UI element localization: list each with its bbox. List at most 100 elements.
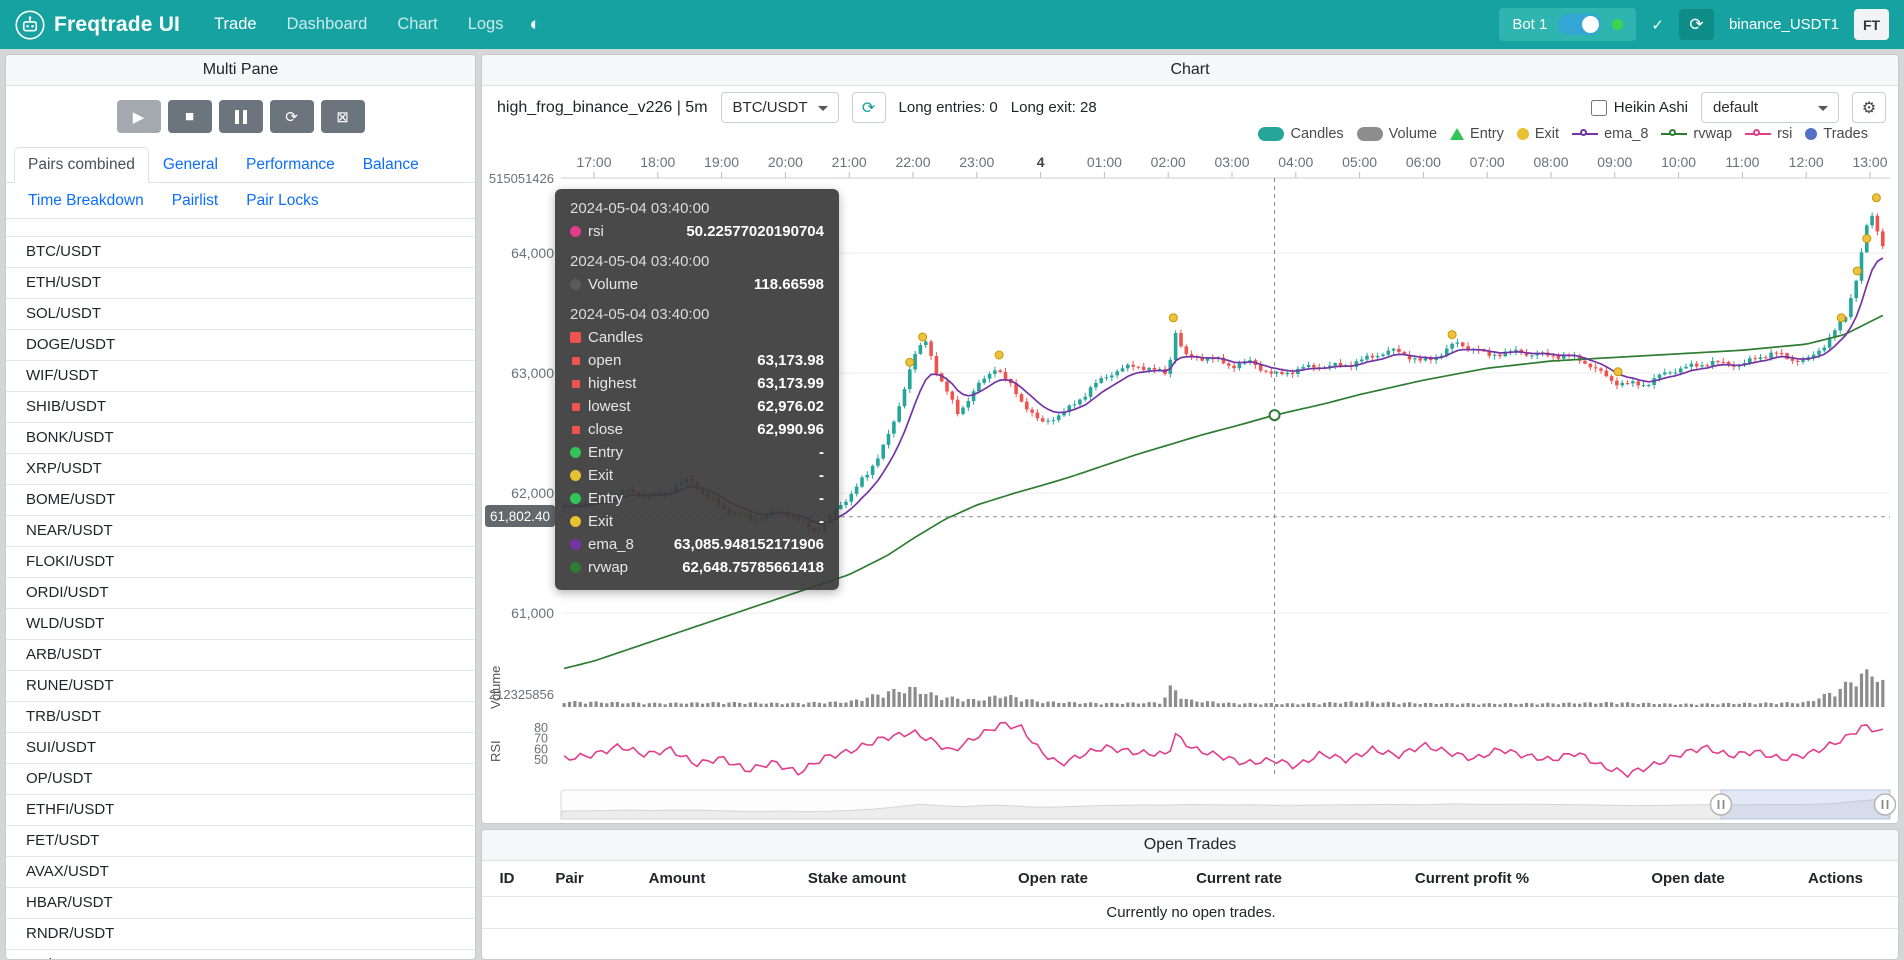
col-id[interactable]: ID bbox=[482, 861, 532, 897]
bot-selector[interactable]: Bot 1 bbox=[1499, 8, 1636, 41]
pair-row-ethfi[interactable]: ETHFI/USDT bbox=[6, 795, 475, 826]
svg-text:10:00: 10:00 bbox=[1661, 154, 1696, 170]
tab-balance[interactable]: Balance bbox=[349, 147, 433, 183]
legend-exit[interactable]: Exit bbox=[1517, 126, 1559, 142]
zoom-handle[interactable] bbox=[1875, 794, 1896, 815]
col-actions[interactable]: Actions bbox=[1771, 861, 1899, 897]
volume-marker-icon bbox=[1357, 127, 1383, 141]
check-icon: ✓ bbox=[1651, 16, 1664, 34]
pair-row-rune[interactable]: RUNE/USDT bbox=[6, 671, 475, 702]
plot-config-select[interactable]: default bbox=[1701, 92, 1839, 123]
zoom-navigator[interactable] bbox=[561, 790, 1896, 819]
bot-id[interactable]: binance_USDT1 bbox=[1729, 16, 1839, 33]
pair-row-bome[interactable]: BOME/USDT bbox=[6, 485, 475, 516]
pair-row-bonk[interactable]: BONK/USDT bbox=[6, 423, 475, 454]
legend-rvwap[interactable]: rvwap bbox=[1661, 126, 1732, 142]
long-exit-label: Long exit: 28 bbox=[1011, 99, 1097, 116]
tooltip-row-entry: Entry- bbox=[570, 487, 824, 510]
nav-trade[interactable]: Trade bbox=[214, 15, 257, 34]
pair-row-eth[interactable]: ETH/USDT bbox=[6, 268, 475, 299]
app-title: Freqtrade UI bbox=[54, 13, 180, 37]
long-entries-label: Long entries: 0 bbox=[899, 99, 998, 116]
pair-row-avax[interactable]: AVAX/USDT bbox=[6, 857, 475, 888]
col-open-rate[interactable]: Open rate bbox=[967, 861, 1139, 897]
open-trades-title: Open Trades bbox=[482, 830, 1898, 861]
pair-row-fet[interactable]: FET/USDT bbox=[6, 826, 475, 857]
pair-row-wld[interactable]: WLD/USDT bbox=[6, 609, 475, 640]
legend-entry[interactable]: Entry bbox=[1450, 126, 1504, 142]
svg-text:02:00: 02:00 bbox=[1151, 154, 1186, 170]
theme-toggle-icon[interactable]: ◐ bbox=[529, 14, 540, 36]
col-pair[interactable]: Pair bbox=[532, 861, 607, 897]
svg-text:06:00: 06:00 bbox=[1406, 154, 1441, 170]
chart-refresh-button[interactable]: ⟳ bbox=[852, 92, 886, 123]
svg-text:19:00: 19:00 bbox=[704, 154, 739, 170]
navbar-right: Bot 1 ✓ ⟳ binance_USDT1 FT bbox=[1499, 8, 1889, 41]
tooltip-row-highest: highest63,173.99 bbox=[570, 372, 824, 395]
tab-pairs-combined[interactable]: Pairs combined bbox=[14, 147, 149, 183]
plot-settings-button[interactable]: ⚙ bbox=[1852, 92, 1886, 123]
tab-time-breakdown[interactable]: Time Breakdown bbox=[14, 183, 158, 219]
pair-row-op[interactable]: OP/USDT bbox=[6, 764, 475, 795]
pair-row-wif[interactable]: WIF/USDT bbox=[6, 361, 475, 392]
pair-row-arb[interactable]: ARB/USDT bbox=[6, 640, 475, 671]
svg-text:08:00: 08:00 bbox=[1533, 154, 1568, 170]
col-amount[interactable]: Amount bbox=[607, 861, 747, 897]
legend-trades[interactable]: Trades bbox=[1805, 126, 1868, 142]
pair-row-sol[interactable]: SOL/USDT bbox=[6, 299, 475, 330]
col-current-rate[interactable]: Current rate bbox=[1139, 861, 1339, 897]
pause-icon bbox=[235, 110, 239, 124]
legend-volume[interactable]: Volume bbox=[1357, 126, 1437, 142]
svg-text:13:00: 13:00 bbox=[1852, 154, 1887, 170]
tooltip-row-volume: Volume118.66598 bbox=[570, 273, 824, 296]
col-stake-amount[interactable]: Stake amount bbox=[747, 861, 967, 897]
svg-text:12:00: 12:00 bbox=[1789, 154, 1824, 170]
reload-config-button[interactable]: ⟳ bbox=[270, 100, 314, 133]
legend-rsi[interactable]: rsi bbox=[1745, 126, 1792, 142]
nav-dashboard[interactable]: Dashboard bbox=[287, 15, 368, 34]
col-open-date[interactable]: Open date bbox=[1605, 861, 1771, 897]
chart-panel: Chart high_frog_binance_v226 | 5m BTC/US… bbox=[481, 54, 1899, 824]
nav-logs[interactable]: Logs bbox=[468, 15, 504, 34]
pause-button[interactable] bbox=[219, 100, 263, 133]
avatar[interactable]: FT bbox=[1854, 9, 1889, 40]
global-refresh-button[interactable]: ⟳ bbox=[1679, 9, 1714, 40]
legend-candles[interactable]: Candles bbox=[1258, 126, 1343, 142]
exit-marker-icon bbox=[1517, 128, 1529, 140]
play-button[interactable]: ▶ bbox=[117, 100, 161, 133]
open-trades-table: IDPairAmountStake amountOpen rateCurrent… bbox=[482, 861, 1899, 929]
stop-button[interactable]: ■ bbox=[168, 100, 212, 133]
col-current-profit-[interactable]: Current profit % bbox=[1339, 861, 1605, 897]
navbar: Freqtrade UI Trade Dashboard Chart Logs ◐ B… bbox=[0, 0, 1904, 49]
pair-row-ar[interactable]: AR/USDT bbox=[6, 950, 475, 960]
tab-performance[interactable]: Performance bbox=[232, 147, 349, 183]
tooltip-row-open: open63,173.98 bbox=[570, 349, 824, 372]
pair-row-trb[interactable]: TRB/USDT bbox=[6, 702, 475, 733]
tab-pairlist[interactable]: Pairlist bbox=[158, 183, 233, 219]
pair-row-ordi[interactable]: ORDI/USDT bbox=[6, 578, 475, 609]
no-trades-cell: Currently no open trades. bbox=[482, 897, 1899, 929]
heikin-ashi-checkbox[interactable] bbox=[1591, 100, 1607, 116]
pair-row-xrp[interactable]: XRP/USDT bbox=[6, 454, 475, 485]
pair-select[interactable]: BTC/USDT bbox=[721, 92, 839, 123]
pair-row-floki[interactable]: FLOKI/USDT bbox=[6, 547, 475, 578]
pair-row-near[interactable]: NEAR/USDT bbox=[6, 516, 475, 547]
tab-general[interactable]: General bbox=[149, 147, 232, 183]
gear-icon: ⚙ bbox=[1862, 98, 1876, 118]
legend-ema_8[interactable]: ema_8 bbox=[1572, 126, 1648, 142]
bot-toggle[interactable] bbox=[1558, 14, 1601, 35]
zoom-handle[interactable] bbox=[1711, 794, 1732, 815]
pair-row-btc[interactable]: BTC/USDT bbox=[6, 237, 475, 268]
svg-text:01:00: 01:00 bbox=[1087, 154, 1122, 170]
tooltip-timestamp: 2024-05-04 03:40:00 bbox=[570, 253, 824, 270]
pair-row-sui[interactable]: SUI/USDT bbox=[6, 733, 475, 764]
svg-text:4: 4 bbox=[1037, 154, 1045, 170]
tab-pair-locks[interactable]: Pair Locks bbox=[232, 183, 332, 219]
nav-chart[interactable]: Chart bbox=[397, 15, 437, 34]
chart-tooltip: 2024-05-04 03:40:00rsi50.225770201907042… bbox=[555, 189, 839, 590]
clear-log-button[interactable]: ⊠ bbox=[321, 100, 365, 133]
pair-row-hbar[interactable]: HBAR/USDT bbox=[6, 888, 475, 919]
pair-row-shib[interactable]: SHIB/USDT bbox=[6, 392, 475, 423]
pair-row-rndr[interactable]: RNDR/USDT bbox=[6, 919, 475, 950]
pair-row-doge[interactable]: DOGE/USDT bbox=[6, 330, 475, 361]
